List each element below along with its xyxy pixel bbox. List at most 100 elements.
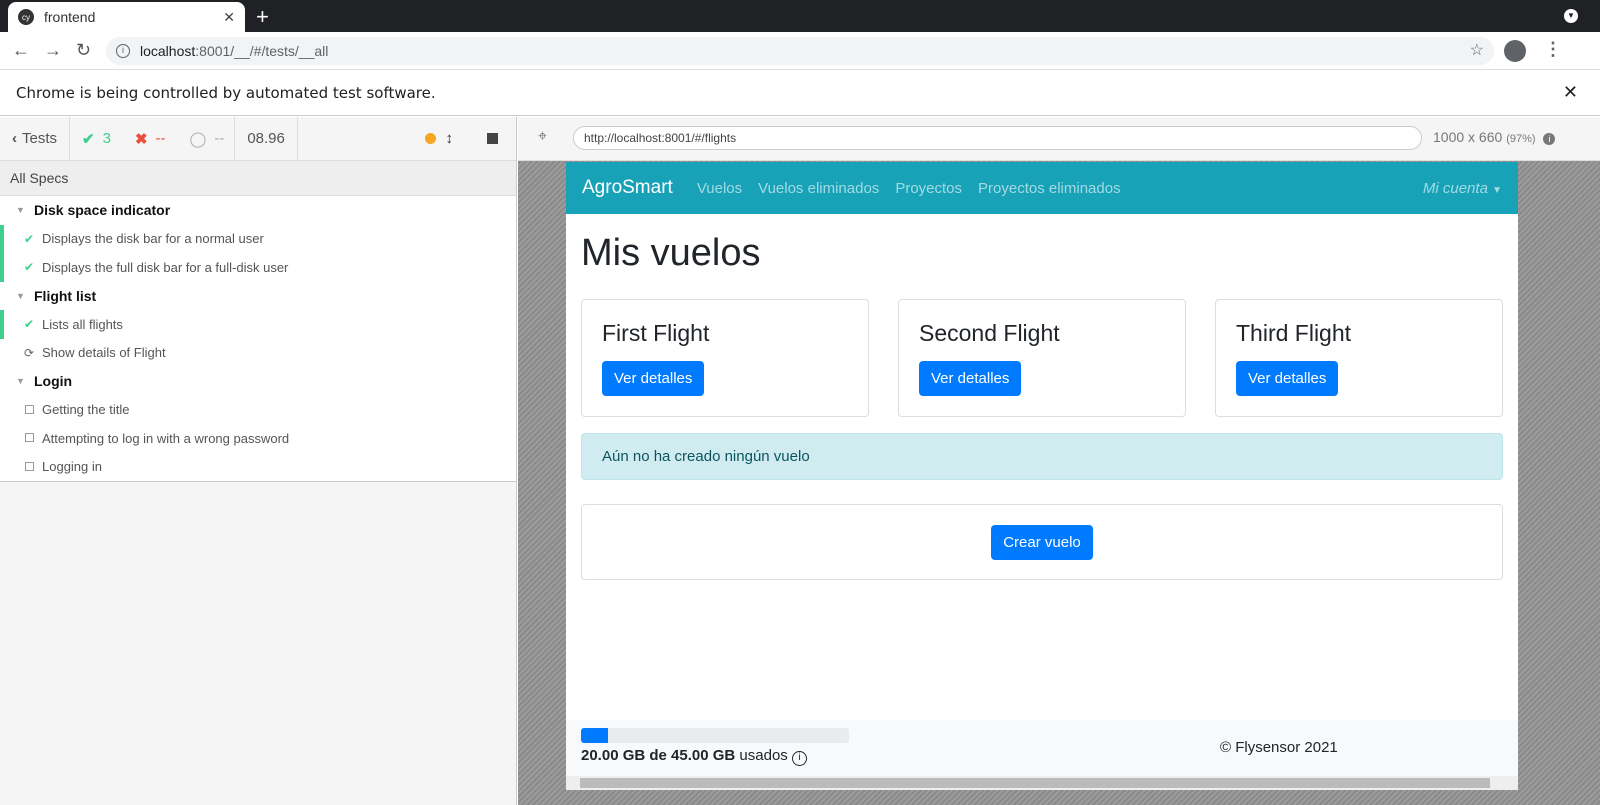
- suite-title: Disk space indicator: [34, 202, 171, 219]
- forward-icon[interactable]: →: [44, 40, 62, 61]
- disk-usage-text: 20.00 GB de 45.00 GB usados i: [581, 747, 807, 766]
- test-title: Attempting to log in with a wrong passwo…: [42, 430, 290, 446]
- flight-card: First Flight Ver detalles: [581, 299, 869, 417]
- url-host: localhost: [140, 43, 196, 59]
- test-row[interactable]: ✔ Displays the disk bar for a normal user: [0, 224, 516, 254]
- test-row[interactable]: ⟳ Show details of Flight: [0, 339, 516, 368]
- tab-title: frontend: [44, 9, 96, 25]
- disk-usage-bar: [581, 728, 849, 743]
- nav-proyectos[interactable]: Proyectos: [895, 180, 962, 197]
- reload-icon[interactable]: ↻: [76, 40, 91, 61]
- nav-proyectos-eliminados[interactable]: Proyectos eliminados: [978, 180, 1121, 197]
- flight-card: Second Flight Ver detalles: [898, 299, 1186, 417]
- details-button[interactable]: Ver detalles: [919, 361, 1022, 396]
- passed-count: 3: [102, 130, 111, 147]
- profile-avatar-icon[interactable]: [1504, 40, 1526, 62]
- caret-down-icon: ▼: [16, 205, 25, 216]
- bookmark-star-icon[interactable]: ☆: [1470, 37, 1484, 65]
- info-alert: Aún no ha creado ningún vuelo: [581, 433, 1503, 480]
- test-row[interactable]: ☐ Getting the title: [0, 396, 516, 425]
- flight-name: First Flight: [602, 320, 710, 346]
- suite-row[interactable]: ▼ Flight list: [0, 282, 516, 311]
- disk-used: 20.00 GB de 45.00 GB: [581, 747, 736, 764]
- suite-row[interactable]: ▼ Disk space indicator: [0, 196, 516, 225]
- flight-name: Second Flight: [919, 320, 1060, 346]
- stop-button[interactable]: [487, 133, 498, 144]
- infobar-text: Chrome is being controlled by automated …: [16, 84, 436, 102]
- pending-count: --: [214, 130, 225, 147]
- details-button[interactable]: Ver detalles: [1236, 361, 1339, 396]
- test-title: Lists all flights: [42, 316, 123, 332]
- disk-suffix: usados: [739, 747, 788, 764]
- browser-tab[interactable]: cy frontend ✕: [8, 2, 245, 32]
- viewport-size: 1000 x 660: [1433, 129, 1503, 145]
- test-title: Displays the full disk bar for a full-di…: [42, 259, 289, 275]
- viewport-scale: (97%): [1506, 133, 1536, 145]
- page-title: Mis vuelos: [581, 232, 761, 274]
- automation-infobar: Chrome is being controlled by automated …: [0, 70, 1600, 116]
- duration: 08.96: [235, 116, 298, 161]
- address-bar: ← → ↻ i localhost:8001/__/#/tests/__all ☆ …: [0, 32, 1600, 70]
- nav-vuelos[interactable]: Vuelos: [697, 180, 742, 197]
- back-icon[interactable]: ←: [12, 40, 30, 61]
- test-list: ▼ Disk space indicator ✔ Displays the disk …: [0, 196, 516, 482]
- viewport-info: 1000 x 660 (97%) i: [1433, 129, 1556, 145]
- test-row[interactable]: ☐ Attempting to log in with a wrong passw…: [0, 424, 516, 453]
- info-circle-icon[interactable]: i: [791, 751, 807, 766]
- caret-down-icon: ▼: [16, 290, 25, 301]
- caret-down-icon: ▼: [16, 376, 25, 387]
- close-tab-icon[interactable]: ✕: [223, 9, 235, 26]
- test-row[interactable]: ✔ Lists all flights: [0, 310, 516, 339]
- pending-box-icon: ☐: [24, 459, 35, 474]
- test-title: Show details of Flight: [42, 345, 166, 361]
- flight-name: Third Flight: [1236, 320, 1352, 346]
- suite-title: Flight list: [34, 287, 97, 304]
- tab-search-icon[interactable]: ▼: [1564, 9, 1578, 23]
- navbar: AgroSmart Vuelos Vuelos eliminados Proye…: [566, 162, 1518, 214]
- selector-playground-icon[interactable]: ⌖: [538, 128, 547, 146]
- account-dropdown[interactable]: Mi cuenta ▼: [1423, 180, 1502, 197]
- new-tab-button[interactable]: +: [256, 4, 269, 30]
- test-title: Getting the title: [42, 402, 130, 418]
- site-info-icon[interactable]: i: [116, 44, 130, 58]
- caret-down-icon: ▼: [1492, 184, 1502, 196]
- app-frame: AgroSmart Vuelos Vuelos eliminados Proye…: [566, 162, 1518, 790]
- create-card: Crear vuelo: [581, 504, 1503, 580]
- failed-count: --: [155, 130, 166, 147]
- create-flight-button[interactable]: Crear vuelo: [991, 524, 1093, 560]
- pending-icon: ◯: [189, 130, 207, 148]
- suite-row[interactable]: ▼ Login: [0, 367, 516, 396]
- disk-usage-fill: [581, 728, 608, 743]
- details-button[interactable]: Ver detalles: [602, 361, 705, 396]
- pending-box-icon: ☐: [24, 402, 35, 417]
- test-row[interactable]: ☐ Logging in: [0, 453, 516, 482]
- test-row[interactable]: ✔ Displays the full disk bar for a full-d…: [0, 253, 516, 282]
- close-infobar-icon[interactable]: ✕: [1563, 70, 1578, 116]
- menu-icon[interactable]: ⋮: [1544, 39, 1562, 60]
- cypress-reporter: ‹ Tests ✔ 3 ✖ -- ◯ -- 08.96 ↕ All Specs ▼ Dis…: [0, 116, 517, 805]
- brand-link[interactable]: AgroSmart: [582, 177, 673, 199]
- tab-strip: cy frontend ✕ + ▼: [0, 0, 1600, 32]
- auto-scroll-indicator-icon[interactable]: [424, 133, 436, 144]
- test-title: Logging in: [42, 459, 102, 475]
- scrollbar-thumb[interactable]: [580, 778, 1490, 788]
- info-icon[interactable]: i: [1543, 133, 1556, 145]
- suite-title: Login: [34, 373, 73, 390]
- horizontal-scrollbar[interactable]: [566, 776, 1518, 790]
- app-preview-pane: ⌖ http://localhost:8001/#/flights 1000 x…: [518, 117, 1600, 805]
- account-label: Mi cuenta: [1422, 179, 1488, 197]
- chevron-left-icon: ‹: [12, 130, 17, 147]
- url-input[interactable]: i localhost:8001/__/#/tests/__all ☆: [106, 37, 1494, 65]
- nav-vuelos-eliminados[interactable]: Vuelos eliminados: [758, 180, 879, 197]
- back-to-tests-button[interactable]: ‹ Tests: [0, 116, 71, 161]
- aut-url: http://localhost:8001/#/flights: [573, 126, 1422, 150]
- auto-scroll-toggle-icon[interactable]: ↕: [446, 130, 454, 147]
- failed-icon: ✖: [134, 130, 148, 148]
- footer: 20.00 GB de 45.00 GB usados i © Flysenso…: [566, 720, 1518, 776]
- all-specs-header: All Specs: [0, 161, 516, 196]
- passed-icon: ✔: [82, 130, 95, 148]
- tests-label: Tests: [22, 130, 58, 147]
- pending-box-icon: ☐: [24, 431, 35, 446]
- passed-check-icon: ✔: [24, 260, 35, 275]
- url-path: :8001/__/#/tests/__all: [195, 43, 329, 59]
